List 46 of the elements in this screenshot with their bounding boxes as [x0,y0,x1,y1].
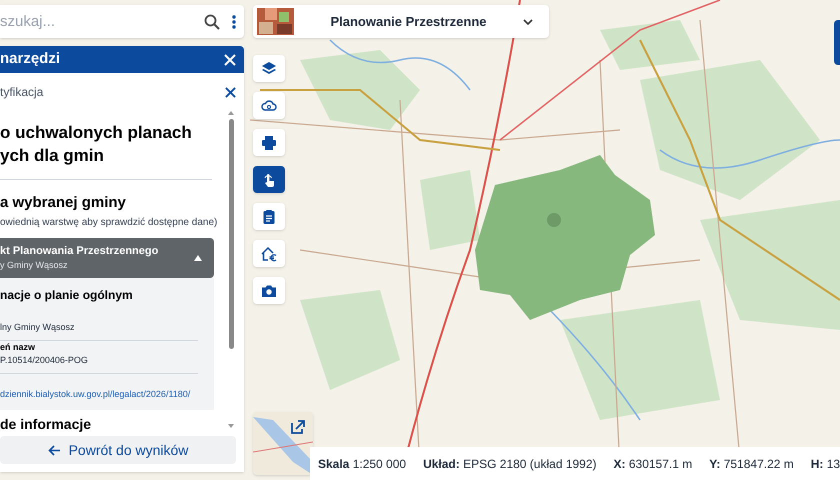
status-item: Skala 1:250 000 [318,456,406,472]
panel-subheader: tyfikacja [0,84,44,101]
section-title: a wybranej gminy [0,193,127,213]
clipboard-icon [261,208,277,224]
tool-button[interactable] [253,55,285,82]
field-label: eń nazw [0,340,36,354]
content-title: nacje o planie ogólnym [0,287,134,304]
layer-selector[interactable]: Planowanie Przestrzenne [253,5,549,38]
search-icon[interactable] [204,14,220,30]
minimap[interactable] [253,412,313,475]
arrow-left-icon [48,444,61,456]
accordion-header[interactable]: kt Planowania Przestrzennego y Gminy Wąsosz [0,238,214,278]
scroll-down-icon[interactable] [228,424,234,428]
cloud-icon [261,98,277,114]
tool-button[interactable] [253,166,285,193]
scroll-up-icon[interactable] [228,111,234,115]
search-input[interactable]: szukaj... [0,5,204,38]
tool-button[interactable] [253,92,285,119]
more-options-icon[interactable] [232,14,236,28]
link[interactable]: dziennik.bialystok.uw.gov.pl/legalact/2026/1180/ [0,388,198,401]
status-item: X: 630157.1 m [614,456,692,472]
scrollbar-thumb[interactable] [228,119,234,349]
status-item: Układ: EPSG 2180 (układ 1992) [423,456,597,472]
close-icon[interactable] [225,86,236,98]
camera-icon [261,282,277,298]
search-field[interactable]: szukaj... [0,5,244,38]
layers-icon [261,60,277,76]
house-euro-icon [261,246,277,262]
accordion-subtitle: y Gminy Wąsosz [0,259,69,272]
field-value: P.10514/200406-POG [0,354,89,368]
field-value: lny Gminy Wąsosz [0,321,76,334]
tool-button[interactable] [253,129,285,156]
side-panel-tab[interactable] [834,20,840,65]
back-button[interactable]: Powrót do wyników [0,436,236,464]
tool-button[interactable] [253,277,285,304]
map-thumbnail-icon [257,8,294,35]
tool-button[interactable] [253,203,285,230]
tool-button[interactable] [253,240,285,267]
panel-heading: o uchwalonych planach ych dla gmin [0,121,212,180]
chevron-down-icon [523,18,533,24]
panel-title: narzędzi [0,49,60,70]
status-item: Y: 751847.22 m [709,456,794,472]
status-item: H: 13 [810,456,840,472]
expand-icon[interactable] [291,420,305,434]
section-title: de informacje [0,416,92,432]
accordion-title: kt Planowania Przestrzennego [0,244,158,259]
